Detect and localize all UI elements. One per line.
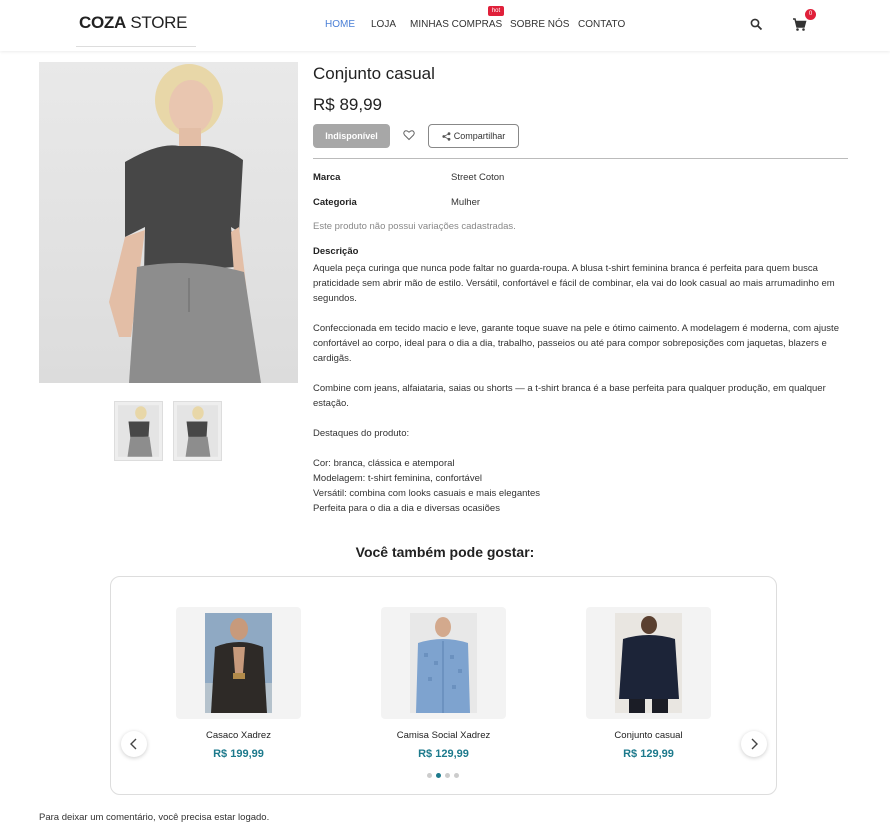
product-card-name[interactable]: Casaco Xadrez	[176, 730, 301, 741]
heart-icon[interactable]	[403, 129, 415, 141]
cart-count-badge: 0	[805, 9, 816, 20]
product-description: Aquela peça curinga que nunca pode falta…	[313, 261, 853, 516]
nav-home[interactable]: HOME	[325, 19, 355, 30]
product-card-price: R$ 199,99	[213, 748, 264, 760]
logo-underline	[76, 46, 196, 47]
product-card-image[interactable]	[586, 607, 711, 719]
carousel-prev-button[interactable]	[121, 731, 147, 757]
chevron-right-icon	[751, 738, 758, 750]
search-icon[interactable]	[750, 18, 763, 31]
share-button[interactable]: Compartilhar	[428, 124, 519, 148]
highlight-item: Modelagem: t-shirt feminina, confortável	[313, 473, 482, 484]
product-card-price: R$ 129,99	[623, 748, 674, 760]
divider	[313, 158, 848, 159]
logo[interactable]: COZA STORE	[79, 13, 187, 33]
description-paragraph: Confeccionada em tecido macio e leve, ga…	[313, 323, 839, 364]
site-header: COZA STORE HOME LOJA MINHAS COMPRAS hot …	[0, 0, 890, 51]
cart-icon[interactable]	[792, 17, 807, 32]
nav-sobre-nos[interactable]: SOBRE NÓS	[510, 19, 569, 30]
nav-contato[interactable]: CONTATO	[578, 19, 625, 30]
category-value: Mulher	[451, 197, 481, 208]
description-paragraph: Combine com jeans, alfaiataria, saias ou…	[313, 383, 826, 409]
carousel-dot[interactable]	[445, 773, 450, 778]
product-card-price: R$ 129,99	[418, 748, 469, 760]
related-products-title: Você também pode gostar:	[355, 544, 535, 560]
unavailable-button[interactable]: Indisponível	[313, 124, 390, 148]
product-title: Conjunto casual	[313, 64, 435, 83]
share-icon	[442, 131, 451, 141]
category-label: Categoria	[313, 197, 357, 208]
product-price: R$ 89,99	[313, 95, 382, 114]
product-thumbnail-2[interactable]	[173, 401, 222, 461]
login-to-comment-note: Para deixar um comentário, você precisa …	[39, 812, 270, 823]
highlight-item: Perfeita para o dia a dia e diversas oca…	[313, 503, 500, 514]
product-card-name[interactable]: Camisa Social Xadrez	[381, 730, 506, 741]
product-card-name[interactable]: Conjunto casual	[586, 730, 711, 741]
product-main-image	[39, 62, 298, 383]
nav-loja[interactable]: LOJA	[371, 19, 396, 30]
product-card[interactable]: Casaco Xadrez R$ 199,99	[176, 607, 301, 760]
product-card-image[interactable]	[176, 607, 301, 719]
share-label: Compartilhar	[453, 131, 506, 141]
hot-badge: hot	[488, 6, 504, 16]
related-products-carousel: Casaco Xadrez R$ 199,99 Camisa Social Xa…	[110, 576, 777, 795]
carousel-dot[interactable]	[427, 773, 432, 778]
highlight-item: Versátil: combina com looks casuais e ma…	[313, 488, 541, 499]
product-card[interactable]: Camisa Social Xadrez R$ 129,99	[381, 607, 506, 760]
product-thumbnail-1[interactable]	[114, 401, 163, 461]
highlight-item: Cor: branca, clássica e atemporal	[313, 458, 455, 469]
product-card[interactable]: Conjunto casual R$ 129,99	[586, 607, 711, 760]
brand-value: Street Coton	[451, 172, 505, 183]
carousel-dot-active[interactable]	[436, 773, 441, 778]
chevron-left-icon	[130, 738, 137, 750]
description-paragraph: Destaques do produto:	[313, 428, 410, 439]
product-card-image[interactable]	[381, 607, 506, 719]
brand-label: Marca	[313, 172, 341, 183]
description-title: Descrição	[313, 246, 359, 257]
carousel-pagination	[427, 773, 459, 778]
no-variations-note: Este produto não possui variações cadast…	[313, 221, 516, 232]
carousel-dot[interactable]	[454, 773, 459, 778]
nav-minhas-compras[interactable]: MINHAS COMPRAS	[410, 19, 502, 30]
carousel-next-button[interactable]	[741, 731, 767, 757]
description-paragraph: Aquela peça curinga que nunca pode falta…	[313, 263, 835, 304]
